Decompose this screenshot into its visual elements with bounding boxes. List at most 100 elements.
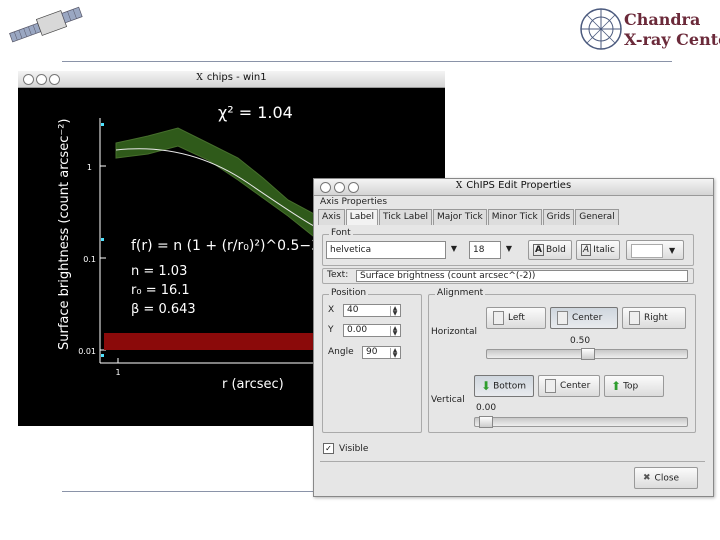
- color-swatch: [631, 244, 663, 258]
- tab-grids[interactable]: Grids: [542, 209, 575, 225]
- align-right-label: Right: [644, 313, 668, 323]
- edit-titlebar[interactable]: X ChIPS Edit Properties: [314, 179, 713, 196]
- vertical-slider[interactable]: [474, 416, 688, 428]
- edit-properties-window[interactable]: X ChIPS Edit Properties Axis Properties A…: [313, 178, 714, 497]
- chevron-down-icon: ▼: [669, 246, 676, 255]
- chips-window-title: chips - win1: [206, 72, 267, 83]
- visible-label: Visible: [339, 444, 369, 454]
- align-bottom-button[interactable]: ⬇ Bottom: [474, 375, 534, 397]
- bottom-rule: [62, 491, 314, 492]
- horizontal-slider[interactable]: [486, 348, 688, 360]
- chandra-logo-text: Chandra X-ray Center: [624, 10, 720, 50]
- formula-label: f(r) = n (1 + (r/r₀)²)^0.5−3β: [131, 238, 329, 254]
- chips-titlebar[interactable]: Xchips - win1: [18, 71, 445, 88]
- font-family-select[interactable]: helvetica: [326, 241, 446, 259]
- close-button[interactable]: ✖ Close: [634, 467, 698, 489]
- spinner-icon[interactable]: ▲ ▼: [390, 348, 399, 358]
- x-label: X: [328, 305, 335, 315]
- align-right-button[interactable]: Right: [622, 307, 686, 329]
- spinner-icon[interactable]: ▲ ▼: [390, 326, 399, 336]
- align-vcenter-icon: [545, 378, 556, 393]
- logo-line2: X-ray Center: [624, 30, 720, 49]
- text-label: Text:: [327, 270, 349, 280]
- spinner-icon[interactable]: ▲ ▼: [390, 306, 399, 316]
- data-band: [115, 127, 319, 242]
- italic-label: Italic: [593, 245, 615, 255]
- align-top-button[interactable]: ⬆ Top: [604, 375, 664, 397]
- chandra-logo-icon: [580, 8, 622, 50]
- italic-icon: A: [581, 243, 592, 256]
- align-top-label: Top: [623, 381, 639, 392]
- arrow-up-icon: ⬆: [611, 379, 622, 393]
- horizontal-label: Horizontal: [431, 327, 477, 337]
- handle-marker: [101, 123, 104, 126]
- n-label: n = 1.03: [131, 264, 187, 279]
- x11-icon: X: [196, 73, 203, 83]
- horizontal-slider-thumb[interactable]: [581, 348, 595, 360]
- x-position-input[interactable]: 40 ▲ ▼: [343, 304, 401, 317]
- font-size-dropdown-icon[interactable]: ▼: [502, 241, 516, 257]
- align-right-icon: [629, 310, 640, 325]
- align-center-icon: [557, 310, 568, 325]
- background-band: [104, 333, 318, 350]
- y-axis-label: Surface brightness (count arcsec⁻²): [57, 119, 72, 351]
- x-axis-label: r (arcsec): [222, 377, 284, 392]
- tab-general[interactable]: General: [575, 209, 619, 225]
- close-icon: ✖: [643, 473, 651, 483]
- beta-label: β = 0.643: [131, 302, 196, 317]
- satellite-icon: [9, 6, 83, 43]
- handle-marker: [101, 238, 104, 241]
- y-tick-label: 0.01: [78, 347, 96, 356]
- angle-label: Angle: [328, 347, 354, 357]
- y-position-input[interactable]: 0.00 ▲ ▼: [343, 324, 401, 337]
- top-rule: [62, 61, 672, 62]
- x11-icon: X: [455, 181, 463, 191]
- chi2-label: χ² = 1.04: [218, 103, 293, 122]
- italic-button[interactable]: A Italic: [576, 240, 620, 260]
- align-bottom-label: Bottom: [493, 381, 527, 392]
- align-center-button[interactable]: Center: [550, 307, 618, 329]
- angle-value: 90: [366, 347, 378, 357]
- label-text-input[interactable]: Surface brightness (count arcsec^(-2)): [356, 270, 688, 282]
- handle-marker: [101, 354, 104, 357]
- font-group-label: Font: [329, 228, 353, 238]
- x-tick-label: 1: [115, 368, 120, 377]
- bold-icon: A: [533, 243, 544, 256]
- tab-label[interactable]: Label: [345, 209, 378, 225]
- align-vcenter-label: Center: [560, 381, 591, 391]
- position-group-label: Position: [329, 288, 369, 298]
- align-left-label: Left: [508, 313, 525, 323]
- alignment-group-label: Alignment: [435, 288, 486, 298]
- tab-axis[interactable]: Axis: [318, 209, 345, 225]
- vertical-label: Vertical: [431, 395, 465, 405]
- font-color-button[interactable]: ▼: [626, 240, 684, 260]
- tab-minor-tick[interactable]: Minor Tick: [487, 209, 542, 225]
- align-left-icon: [493, 310, 504, 325]
- align-center-label: Center: [572, 313, 603, 323]
- edit-window-title: ChIPS Edit Properties: [466, 180, 572, 191]
- y-value: 0.00: [347, 325, 368, 335]
- align-vcenter-button[interactable]: Center: [538, 375, 600, 397]
- bold-button[interactable]: A Bold: [528, 240, 572, 260]
- horizontal-value: 0.50: [570, 336, 591, 346]
- tab-tick-label[interactable]: Tick Label: [378, 209, 432, 225]
- section-title: Axis Properties: [320, 197, 388, 207]
- vertical-value: 0.00: [476, 403, 497, 413]
- tab-bar: Axis Label Tick Label Major Tick Minor T…: [318, 209, 620, 225]
- bold-label: Bold: [545, 245, 566, 255]
- vertical-slider-thumb[interactable]: [479, 416, 493, 428]
- y-tick-label: 0.1: [83, 255, 96, 264]
- close-label: Close: [654, 473, 680, 484]
- font-size-select[interactable]: 18: [469, 241, 501, 259]
- logo-line1: Chandra: [624, 10, 701, 29]
- divider: [320, 461, 705, 462]
- arrow-down-icon: ⬇: [481, 379, 492, 393]
- y-label: Y: [328, 325, 334, 335]
- r0-label: r₀ = 16.1: [131, 283, 190, 298]
- angle-input[interactable]: 90 ▲ ▼: [362, 346, 401, 359]
- visible-checkbox[interactable]: ✓: [323, 443, 334, 454]
- tab-major-tick[interactable]: Major Tick: [433, 209, 487, 225]
- align-left-button[interactable]: Left: [486, 307, 546, 329]
- font-family-dropdown-icon[interactable]: ▼: [447, 241, 461, 257]
- y-tick-label: 1: [87, 163, 92, 172]
